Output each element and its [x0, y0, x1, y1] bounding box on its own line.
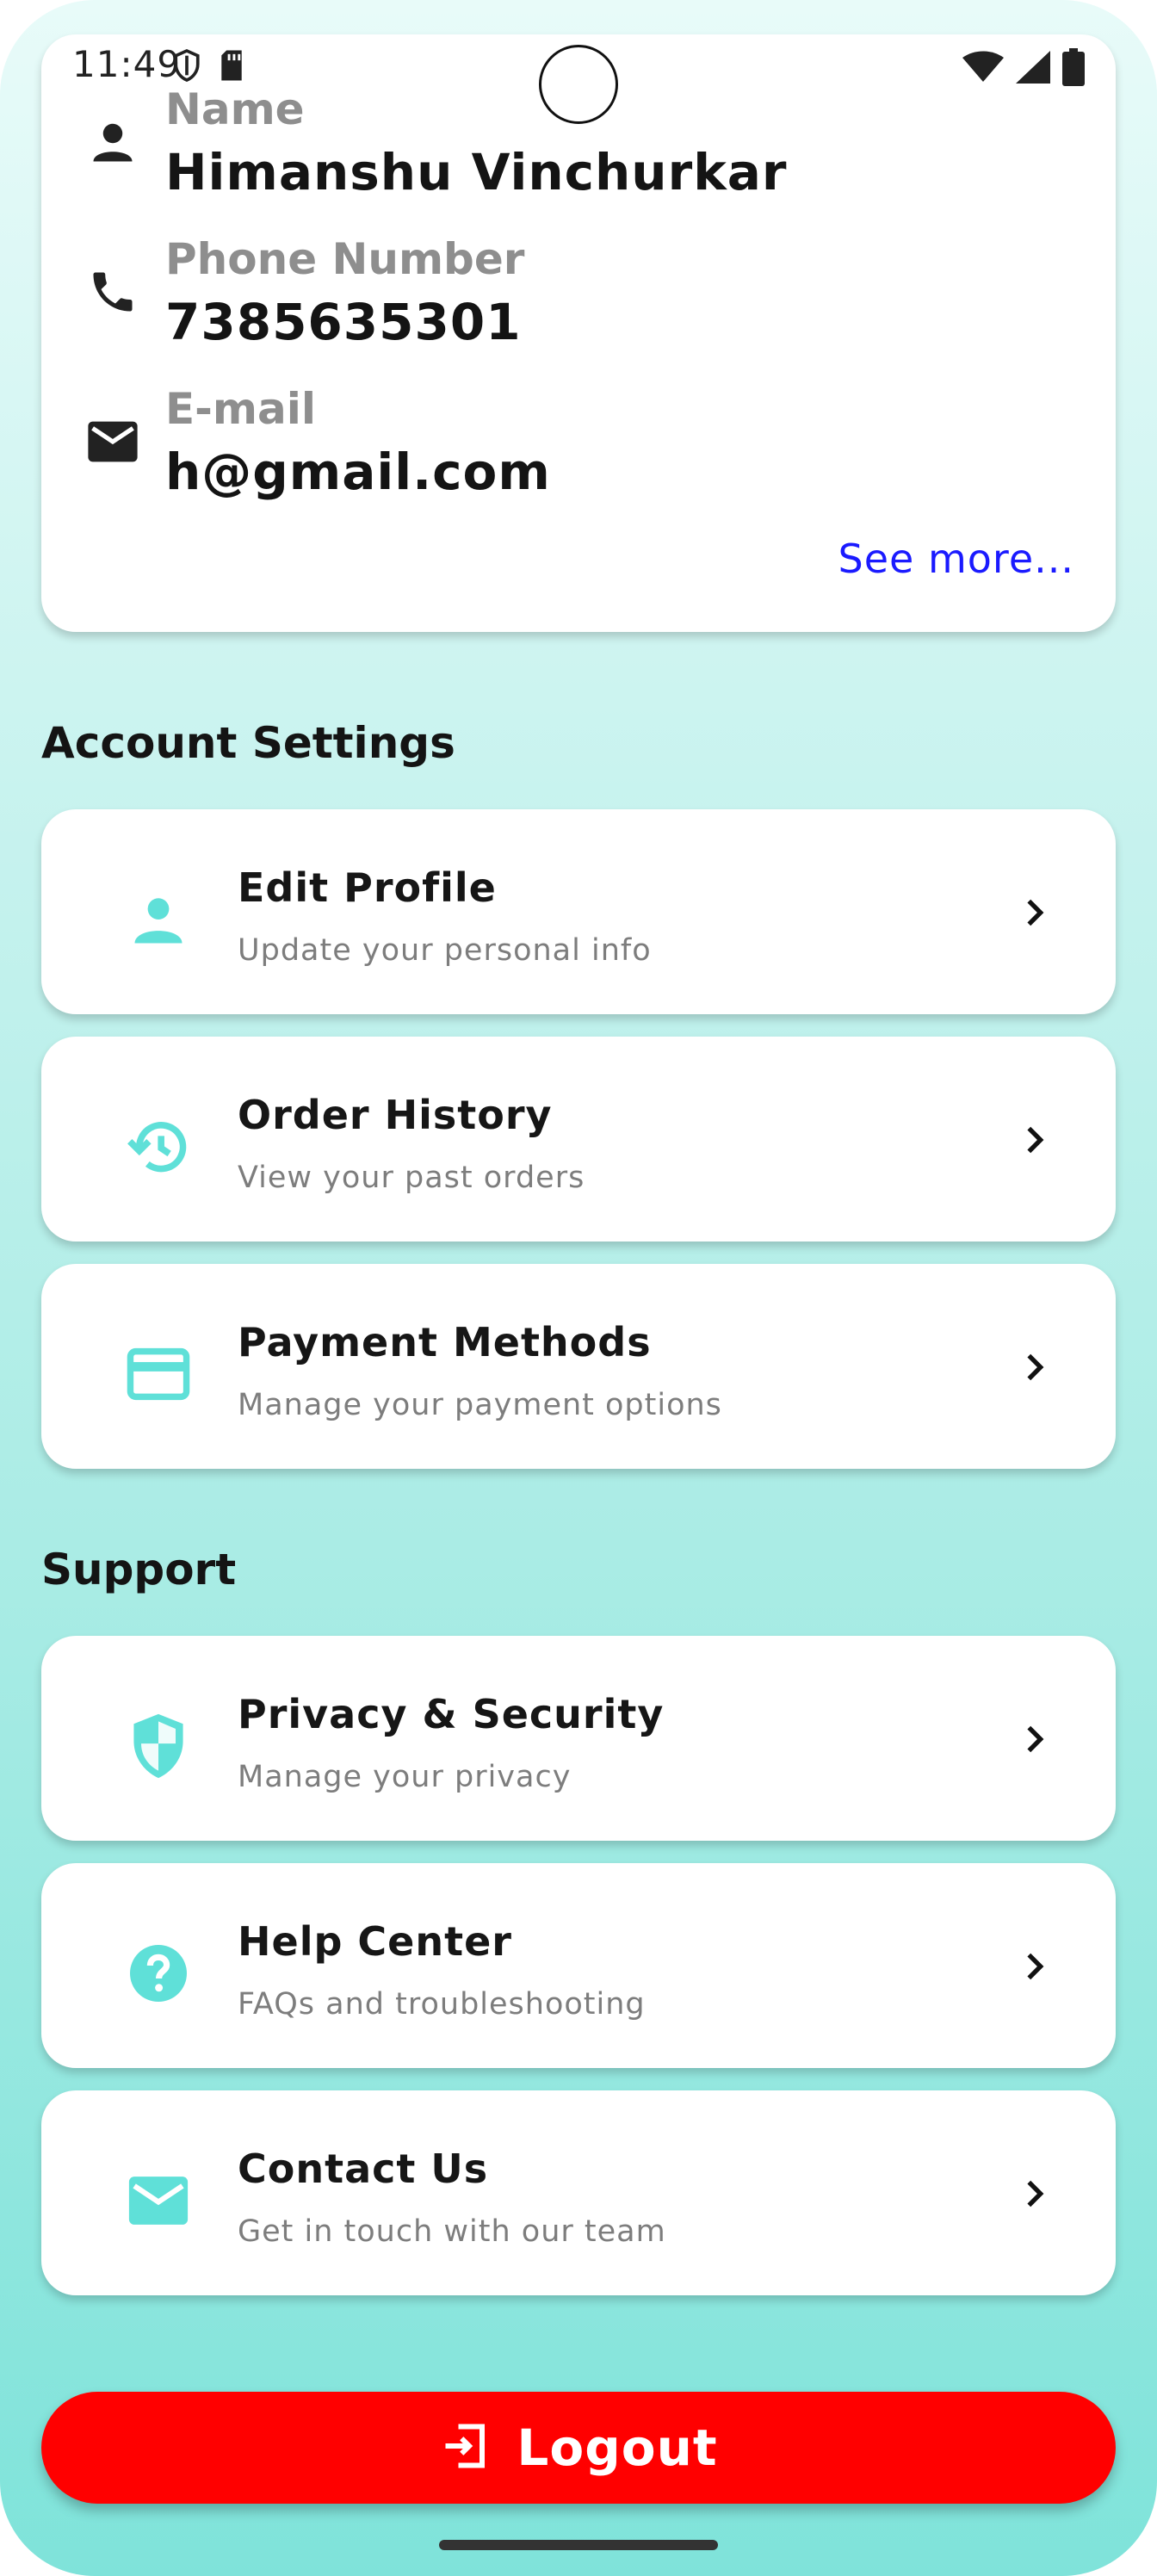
chevron-right-icon: [1009, 1713, 1061, 1765]
sd-card-icon: [219, 49, 244, 85]
profile-card: Name Himanshu Vinchurkar Phone Number 73…: [41, 34, 1116, 632]
edit-profile-subtitle: Update your personal info: [238, 933, 652, 968]
history-icon: [124, 1112, 193, 1181]
signal-icon: [1016, 51, 1050, 87]
logout-icon: [439, 2420, 491, 2475]
see-more-link[interactable]: See more...: [838, 536, 1074, 582]
logout-label: Logout: [517, 2418, 718, 2477]
person-icon: [83, 112, 143, 172]
status-icons-left: [172, 48, 244, 86]
edit-profile-item[interactable]: Edit Profile Update your personal info: [41, 809, 1116, 1014]
order-history-subtitle: View your past orders: [238, 1161, 585, 1195]
chevron-right-icon: [1009, 1114, 1061, 1166]
chevron-right-icon: [1009, 887, 1061, 938]
chevron-right-icon: [1009, 1941, 1061, 1992]
home-indicator[interactable]: [439, 2540, 718, 2550]
status-icons-right: [962, 48, 1085, 90]
help-center-title: Help Center: [238, 1918, 512, 1965]
email-value: h@gmail.com: [165, 443, 551, 501]
wifi-icon: [962, 51, 1004, 87]
email-label: E-mail: [165, 384, 317, 434]
logout-button[interactable]: Logout: [41, 2392, 1116, 2504]
edit-profile-title: Edit Profile: [238, 864, 497, 911]
shield-outline-icon: [172, 48, 201, 86]
email-icon: [83, 412, 143, 472]
privacy-security-title: Privacy & Security: [238, 1691, 665, 1737]
contact-us-item[interactable]: Contact Us Get in touch with our team: [41, 2090, 1116, 2295]
payment-methods-title: Payment Methods: [238, 1319, 652, 1365]
payment-methods-subtitle: Manage your payment options: [238, 1388, 722, 1422]
help-center-subtitle: FAQs and troubleshooting: [238, 1987, 646, 2022]
phone-icon: [83, 262, 143, 322]
contact-us-subtitle: Get in touch with our team: [238, 2214, 666, 2249]
app-screen: 11:49 Name Himanshu Vinchurkar Phone Num…: [0, 0, 1157, 2576]
camera-cutout: [539, 45, 618, 124]
credit-card-icon: [124, 1340, 193, 1409]
payment-methods-item[interactable]: Payment Methods Manage your payment opti…: [41, 1264, 1116, 1469]
name-value: Himanshu Vinchurkar: [165, 143, 788, 201]
chevron-right-icon: [1009, 2168, 1061, 2220]
chevron-right-icon: [1009, 1341, 1061, 1393]
contact-us-title: Contact Us: [238, 2146, 489, 2192]
phone-label: Phone Number: [165, 234, 525, 284]
privacy-security-item[interactable]: Privacy & Security Manage your privacy: [41, 1636, 1116, 1841]
support-title: Support: [41, 1545, 237, 1595]
privacy-security-subtitle: Manage your privacy: [238, 1760, 572, 1794]
battery-icon: [1062, 48, 1085, 90]
mail-icon: [124, 2166, 193, 2235]
shield-icon: [124, 1712, 193, 1780]
status-time: 11:49: [72, 43, 182, 85]
person-icon: [124, 885, 193, 954]
phone-value: 7385635301: [165, 293, 522, 351]
help-center-item[interactable]: Help Center FAQs and troubleshooting: [41, 1863, 1116, 2068]
order-history-title: Order History: [238, 1092, 553, 1138]
account-settings-title: Account Settings: [41, 718, 455, 768]
order-history-item[interactable]: Order History View your past orders: [41, 1037, 1116, 1242]
help-icon: [124, 1939, 193, 2008]
